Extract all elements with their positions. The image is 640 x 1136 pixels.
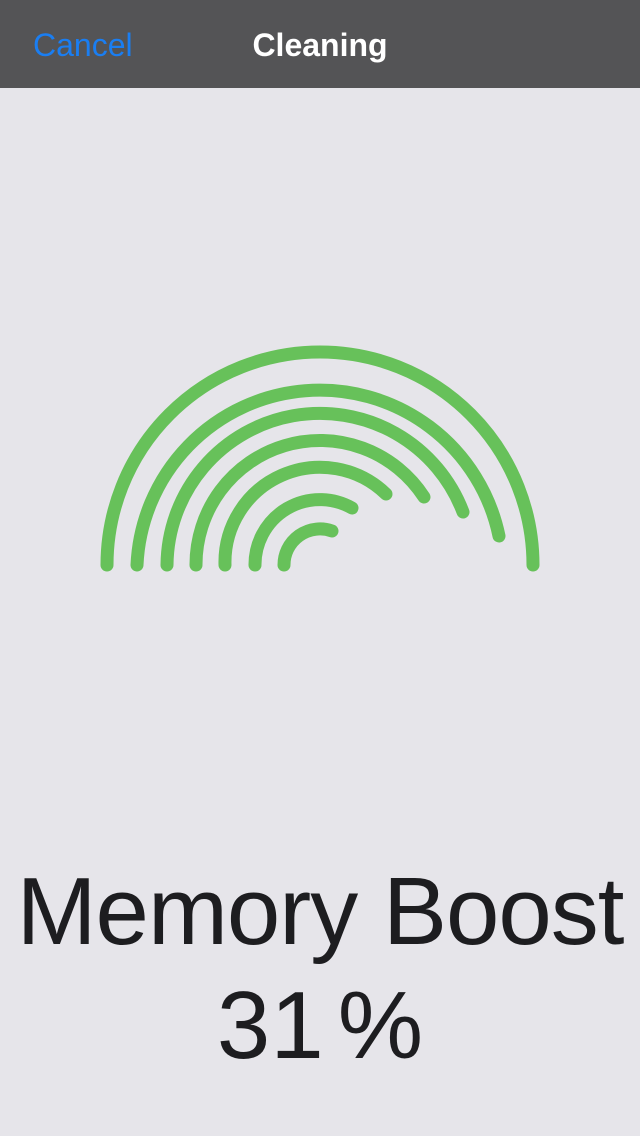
concentric-arcs-icon	[100, 345, 540, 572]
progress-unit: %	[337, 972, 424, 1079]
page-title: Cleaning	[252, 27, 388, 63]
arc-ring-5	[218, 460, 393, 572]
progress-percent: 31%	[0, 966, 640, 1086]
navigation-bar: Cancel Cleaning	[0, 0, 640, 88]
memory-boost-title: Memory Boost	[16, 858, 625, 965]
arc-ring-7	[277, 522, 339, 572]
progress-value: 31	[216, 972, 324, 1079]
arc-group	[100, 345, 540, 572]
